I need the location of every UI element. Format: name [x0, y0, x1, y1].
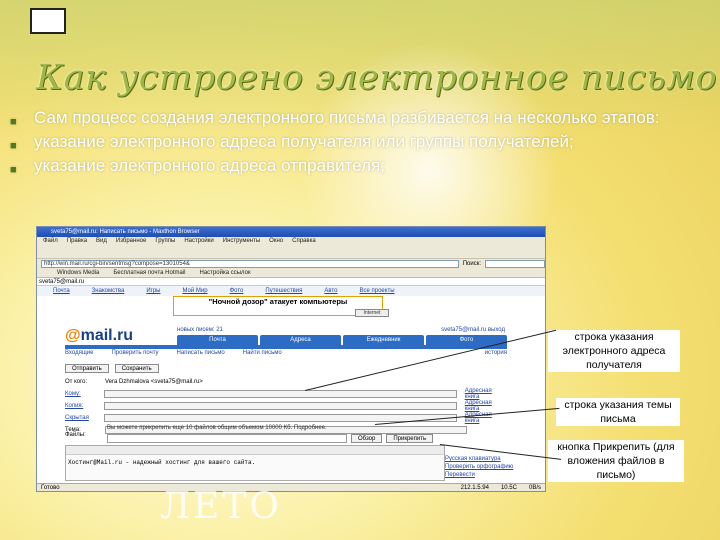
address-input[interactable]: http://win.mail.ru/cgi-bin/sentmsg?compo…: [41, 260, 459, 268]
status-speed: 0B/s: [528, 485, 541, 491]
compose-link[interactable]: Написать письмо: [177, 350, 225, 360]
slide-title: Как устроено электронное письмо: [36, 58, 718, 98]
menu-item[interactable]: Окно: [269, 237, 283, 246]
check-mail-link[interactable]: Проверить почту: [111, 350, 158, 360]
search-input[interactable]: [485, 260, 545, 268]
cc-field[interactable]: [103, 402, 457, 410]
menu-item[interactable]: Группы: [155, 237, 175, 246]
mail-tabs: Почта Адреса Ежедневник Фото: [177, 335, 507, 345]
internet-button[interactable]: Internet: [355, 309, 389, 317]
tab-addresses[interactable]: Адреса: [260, 335, 341, 345]
menu-item[interactable]: Настройки: [184, 237, 213, 246]
bullet-marker-icon: ■: [10, 116, 17, 128]
logo-at: @: [65, 327, 81, 344]
bullet-text: Сам процесс создания электронного письма…: [34, 108, 660, 127]
file-input[interactable]: [107, 434, 347, 443]
divider: [65, 345, 507, 349]
find-mail-link[interactable]: Найти письмо: [243, 350, 282, 360]
banner-text: "Ночной дозор" атакует компьютеры: [208, 297, 348, 306]
editor-toolbar: [66, 446, 444, 455]
user-email: sveta75@mail.ru: [441, 327, 487, 333]
address-book-link[interactable]: Адресная книга: [465, 400, 507, 412]
link-item[interactable]: Windows Media: [57, 269, 99, 277]
menu-item[interactable]: Избранное: [116, 237, 146, 246]
message-editor[interactable]: Хостинг@Mail.ru - надежный хостинг для в…: [65, 445, 445, 481]
cc-label[interactable]: Копия:: [65, 403, 104, 409]
status-ip: 212.1.5.94: [460, 485, 489, 491]
history-link[interactable]: история: [485, 350, 507, 360]
project-link[interactable]: Мой Мир: [182, 286, 207, 296]
to-field[interactable]: [103, 390, 457, 398]
mail-actions: Входящие Проверить почту Написать письмо…: [65, 350, 507, 360]
files-note: Вы можете прикрепить еще 10 файлов общим…: [107, 425, 327, 431]
bullet-marker-icon: ■: [10, 164, 17, 176]
project-link[interactable]: Игры: [146, 286, 160, 296]
browser-toolbar: [37, 246, 545, 259]
project-link[interactable]: Знакомства: [92, 286, 125, 296]
ad-banner[interactable]: "Ночной дозор" атакует компьютеры: [173, 296, 383, 316]
bcc-label[interactable]: Скрытая: [65, 415, 104, 421]
files-label: Файлы:: [65, 432, 86, 438]
bullet-item: ■ указание электронного адреса отправите…: [10, 156, 690, 180]
callout-subject: строка указания темы письма: [556, 398, 680, 426]
project-link[interactable]: Все проекты: [359, 286, 394, 296]
status-text: Готово: [41, 485, 60, 491]
project-link[interactable]: Авто: [324, 286, 337, 296]
callout-attach: кнопка Прикрепить (для вложения файлов в…: [548, 440, 684, 482]
menu-item[interactable]: Правка: [67, 237, 87, 246]
bullet-list: ■ Сам процесс создания электронного пись…: [10, 108, 690, 180]
window-title: sveta75@mail.ru: Написать письмо - Maxth…: [37, 227, 545, 237]
attach-button[interactable]: Прикрепить: [386, 434, 434, 443]
menu-item[interactable]: Справка: [292, 237, 316, 246]
side-link[interactable]: Русская клавиатура: [445, 455, 513, 463]
corner-frame-icon: [30, 8, 66, 34]
logo-text: mail.ru: [80, 327, 134, 344]
editor-side-links: Русская клавиатура Проверить орфографию …: [445, 455, 513, 479]
bullet-marker-icon: ■: [10, 140, 17, 152]
bullet-text: указание электронного адреса получателя …: [34, 132, 574, 151]
projects-bar: Почта Знакомства Игры Мой Мир Фото Путеш…: [37, 286, 545, 296]
address-book-link[interactable]: Адресная книга: [465, 388, 507, 400]
compose-buttons: Отправить Сохранить: [65, 364, 159, 373]
new-mails-link[interactable]: новых писем: 21: [177, 327, 223, 335]
editor-text: Хостинг@Mail.ru - надежный хостинг для в…: [68, 459, 256, 466]
link-item[interactable]: Настройка ссылок: [200, 269, 251, 277]
tab-mail[interactable]: Почта: [177, 335, 258, 345]
browser-screenshot: sveta75@mail.ru: Написать письмо - Maxth…: [36, 226, 546, 492]
project-link[interactable]: Почта: [53, 286, 70, 296]
bullet-item: ■ указание электронного адреса получател…: [10, 132, 690, 156]
inbox-link[interactable]: Входящие: [65, 350, 93, 360]
exit-link[interactable]: выход: [488, 327, 505, 333]
send-button[interactable]: Отправить: [65, 364, 109, 373]
link-item[interactable]: Бесплатная почта Hotmail: [113, 269, 185, 277]
tab-mail[interactable]: sveta75@mail.ru: [37, 278, 545, 286]
tab-calendar[interactable]: Ежедневник: [343, 335, 424, 345]
browse-button[interactable]: Обзор: [351, 434, 383, 443]
menu-bar: Файл Правка Вид Избранное Группы Настрой…: [37, 237, 545, 246]
search-label: Поиск:: [462, 261, 481, 267]
save-button[interactable]: Сохранить: [114, 364, 159, 373]
footer-word: ЛЕТО: [160, 486, 282, 527]
to-label[interactable]: Кому:: [65, 391, 104, 397]
menu-item[interactable]: Файл: [43, 237, 58, 246]
menu-item[interactable]: Вид: [96, 237, 107, 246]
status-bar: Готово 212.1.5.94 10.5C 0B/s: [37, 483, 545, 491]
callout-recipient: строка указания электронного адреса полу…: [548, 330, 680, 372]
project-link[interactable]: Путешествия: [265, 286, 302, 296]
bullet-item: ■ Сам процесс создания электронного пись…: [10, 108, 690, 132]
side-link[interactable]: Проверить орфографию: [445, 463, 513, 471]
project-link[interactable]: Фото: [230, 286, 244, 296]
mailru-logo: @mail.ru: [65, 327, 133, 345]
mail-header: новых писем: 21 sveta75@mail.ru выход: [177, 327, 505, 335]
status-temp: 10.5C: [500, 485, 517, 491]
address-row: http://win.mail.ru/cgi-bin/sentmsg?compo…: [37, 259, 545, 269]
from-value: Vera Dzhmalova <sveta75@mail.ru>: [105, 379, 203, 385]
links-bar: Windows Media Бесплатная почта Hotmail Н…: [37, 269, 545, 278]
from-label: От кого:: [65, 379, 88, 385]
side-link[interactable]: Перевести: [445, 471, 513, 479]
menu-item[interactable]: Инструменты: [223, 237, 260, 246]
file-row: Обзор Прикрепить: [107, 434, 434, 443]
bullet-text: указание электронного адреса отправителя…: [34, 156, 385, 175]
